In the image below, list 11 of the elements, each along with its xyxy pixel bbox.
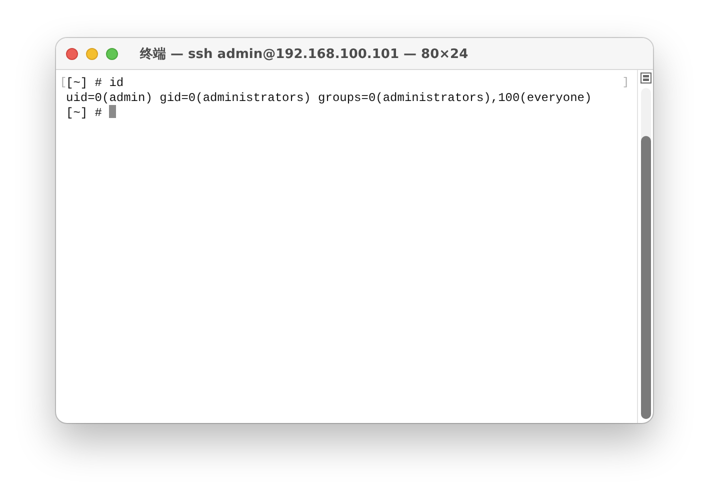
- split-pane-icon[interactable]: [640, 72, 652, 84]
- window-title: 终端 — ssh admin@192.168.100.101 — 80×24: [140, 46, 468, 62]
- zoom-button[interactable]: [106, 48, 118, 60]
- terminal-output[interactable]: [ ] [~] # id uid=0(admin) gid=0(administrators) groups=0(administrators),100(everyone) [~] #: [56, 70, 637, 423]
- terminal-prompt: [~] #: [66, 106, 104, 120]
- terminal-line: uid=0(admin) gid=0(administrators) groups=0(administrators),100(everyone): [66, 90, 592, 105]
- close-button[interactable]: [66, 48, 78, 60]
- terminal-line: [~] # id: [66, 76, 124, 90]
- mark-bracket: [: [60, 76, 67, 90]
- mark-bracket: ]: [622, 76, 629, 90]
- text-cursor: [109, 105, 116, 118]
